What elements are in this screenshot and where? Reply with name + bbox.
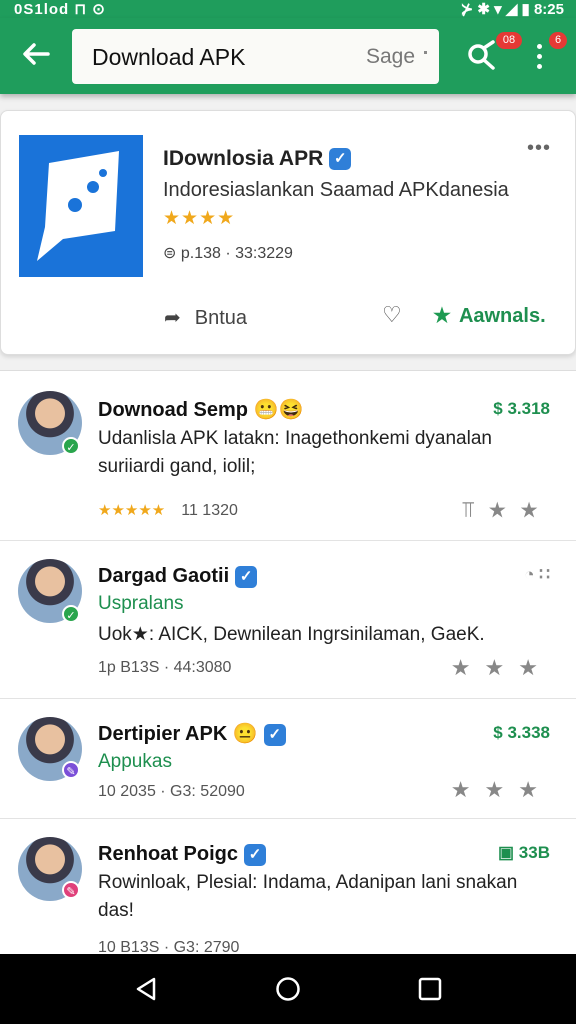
search-query: Download APK bbox=[92, 44, 246, 70]
back-arrow-icon[interactable] bbox=[20, 38, 52, 70]
favorite-heart-icon[interactable]: ♡ bbox=[382, 302, 402, 328]
list-item[interactable]: ✎ Renhoat Poigc ✓ ▣ 33B Rowinloak, Plesia… bbox=[0, 819, 576, 954]
row-actions: ★★★ bbox=[451, 655, 552, 681]
overflow-menu-icon[interactable] bbox=[534, 44, 544, 74]
status-right: ⊁ ✱ ▾ ◢ ▮ 8:25 bbox=[460, 1, 564, 18]
verified-icon: ✓ bbox=[244, 843, 267, 866]
row-name: Dargad Gaotii ✓ bbox=[98, 565, 258, 588]
row-meta: 10 2035 · G3: 52090 bbox=[98, 783, 245, 800]
edit-badge-icon: ✎ bbox=[62, 881, 80, 899]
status-bar: 0S1lod ⊓ ⊙ ⊁ ✱ ▾ ◢ ▮ 8:25 bbox=[0, 0, 576, 18]
notification-badge: 08 bbox=[496, 32, 522, 49]
review-list[interactable]: ✓ Downoad Semp 😬😆 $ 3.318 Udanlisla APK … bbox=[0, 370, 576, 954]
app-rating-stars: ★★★★ bbox=[163, 208, 236, 229]
search-input[interactable]: Download APK Sage bbox=[72, 29, 439, 84]
star-icon[interactable]: ★ bbox=[518, 655, 552, 680]
system-nav-bar bbox=[0, 954, 576, 1024]
row-text: Rowinloak, Plesial: Indama, Adanipan lan… bbox=[98, 872, 518, 921]
star-icon: ★ bbox=[433, 305, 451, 327]
card-more-icon[interactable]: ••• bbox=[527, 137, 551, 160]
cursor-mark bbox=[424, 51, 427, 54]
app-bar: Download APK Sage 08 6 bbox=[0, 18, 576, 94]
row-subtitle: Uspralans bbox=[98, 593, 184, 614]
row-text: Uok★: AICK, Dewnilean Ingrsinilaman, Gae… bbox=[98, 624, 485, 645]
like-icon[interactable]: ⫪ bbox=[462, 497, 488, 522]
star-icon[interactable]: ★ bbox=[485, 777, 519, 802]
emoji-icon: 😐 bbox=[232, 723, 258, 745]
emoji-icon: 😬😆 bbox=[253, 399, 304, 421]
nav-back-icon[interactable] bbox=[133, 976, 159, 1002]
share-search-icon[interactable] bbox=[464, 38, 498, 72]
row-name: Renhoat Poigc ✓ bbox=[98, 843, 267, 866]
star-icon[interactable]: ★ bbox=[451, 777, 485, 802]
search-hint: Sage bbox=[365, 45, 415, 68]
verified-icon: ✓ bbox=[263, 723, 286, 746]
row-name: Dertipier APK 😐 ✓ bbox=[98, 721, 286, 746]
row-price: $ 3.318 bbox=[493, 399, 550, 418]
app-subtitle: Indoresiaslankan Saamad APKdanesia bbox=[163, 179, 509, 201]
share-label: Bntua bbox=[194, 307, 248, 329]
list-item[interactable]: ✎ Dertipier APK 😐 ✓ $ 3.338 Appukas 10 20… bbox=[0, 699, 576, 819]
list-item[interactable]: ✓ Downoad Semp 😬😆 $ 3.318 Udanlisla APK … bbox=[0, 371, 576, 541]
install-label: Aawnals. bbox=[458, 305, 546, 327]
app-meta: ⊜ p.138 · 33:3229 bbox=[163, 245, 293, 262]
row-meta: 10 B13S · G3: 2790 bbox=[98, 939, 240, 954]
row-meta: ★★★★★ 11 1320 bbox=[98, 502, 238, 519]
nav-home-icon[interactable] bbox=[275, 976, 301, 1002]
nav-recents-icon[interactable] bbox=[417, 976, 443, 1002]
row-name: Downoad Semp 😬😆 bbox=[98, 399, 304, 421]
share-icon: ➦ bbox=[164, 307, 181, 329]
rating-stars: ★★★★★ bbox=[98, 502, 166, 519]
status-left: 0S1lod ⊓ ⊙ bbox=[14, 1, 106, 18]
featured-app-card[interactable]: IDownlosia APR ✓ Indoresiaslankan Saamad … bbox=[0, 110, 576, 355]
row-label: ▣ 33B bbox=[498, 843, 550, 862]
share-button[interactable]: ➦ Bntua bbox=[164, 305, 247, 330]
verified-icon: ✓ bbox=[235, 565, 258, 588]
list-item[interactable]: ✓ Dargad Gaotii ✓ ◔ ∷ Uspralans Uok★: AIC… bbox=[0, 541, 576, 699]
install-button[interactable]: ★ Aawnals. bbox=[433, 303, 546, 328]
online-badge-icon: ✓ bbox=[62, 605, 80, 623]
star-icon[interactable]: ★ bbox=[488, 497, 520, 522]
star-icon[interactable]: ★ bbox=[451, 655, 485, 680]
row-actions: ★★★ bbox=[451, 777, 552, 803]
star-icon[interactable]: ★ bbox=[485, 655, 519, 680]
menu-badge: 6 bbox=[549, 32, 567, 49]
star-icon[interactable]: ★ bbox=[518, 777, 552, 802]
row-actions: ⫪★★ bbox=[462, 497, 552, 523]
row-meta: 1p B13S · 44:3080 bbox=[98, 659, 232, 676]
app-logo-icon bbox=[19, 135, 143, 277]
row-price: $ 3.338 bbox=[493, 723, 550, 742]
verified-icon: ✓ bbox=[329, 148, 352, 171]
row-subtitle: Appukas bbox=[98, 751, 172, 772]
row-status: ◔ ∷ bbox=[524, 565, 550, 584]
star-icon[interactable]: ★ bbox=[520, 497, 552, 522]
online-badge-icon: ✓ bbox=[62, 437, 80, 455]
row-text: Udanlisla APK latakn: Inagethonkemi dyan… bbox=[98, 428, 492, 477]
edit-badge-icon: ✎ bbox=[62, 761, 80, 779]
app-title: IDownlosia APR ✓ bbox=[163, 147, 352, 171]
